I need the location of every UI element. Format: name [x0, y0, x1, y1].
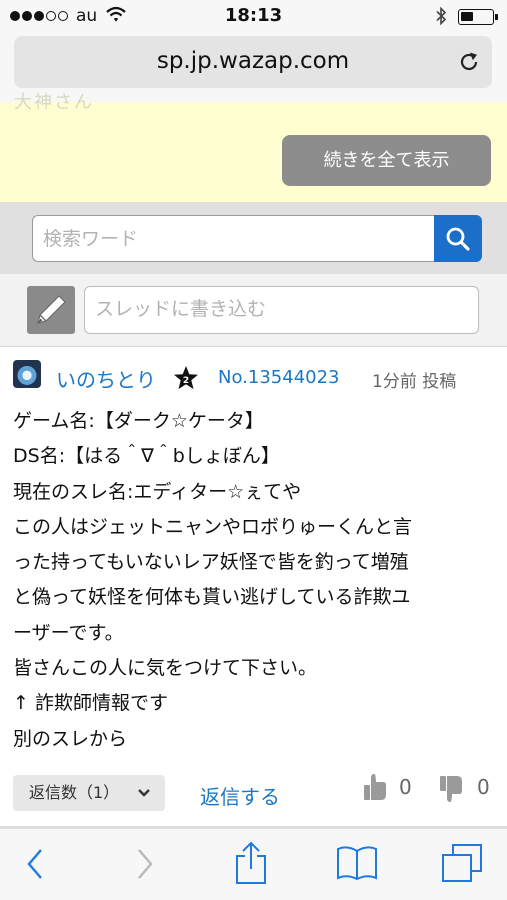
post-line: ↑ 詐欺師情報です	[13, 692, 168, 715]
thumbs-up-icon[interactable]	[362, 772, 388, 804]
post-line: 現在のスレ名:エディター☆ぇてや	[13, 480, 302, 503]
post-number[interactable]: No.13544023	[218, 367, 340, 388]
share-icon[interactable]	[234, 841, 268, 885]
battery-icon	[458, 9, 498, 25]
post-line: と偽って妖怪を何体も貰い逃げしている詐欺ユ	[13, 586, 411, 609]
forward-icon[interactable]	[134, 846, 156, 882]
post-body: ゲーム名:【ダーク☆ケータ】 DS名:【はる＾∇＾bしょぼん】 現在のスレ名:エ…	[13, 404, 503, 757]
pencil-icon	[37, 295, 66, 324]
post-line: この人はジェットニャンやロボりゅーくんと言	[13, 515, 413, 538]
reload-icon[interactable]	[458, 51, 480, 73]
post-header: いのちとり 2 No.13544023 1分前 投稿	[0, 348, 507, 396]
status-time: 18:13	[224, 5, 283, 26]
back-icon[interactable]	[24, 846, 46, 882]
search-icon	[446, 227, 470, 251]
faded-text: 大神さん	[14, 92, 94, 113]
like-count: 0	[399, 775, 412, 799]
write-button[interactable]	[27, 286, 75, 334]
reply-count-label: 返信数（1）	[29, 783, 120, 802]
post-time: 1分前 投稿	[372, 372, 457, 392]
reply-count-button[interactable]: 返信数（1）	[13, 775, 165, 811]
address-bar[interactable]: sp.jp.wazap.com	[14, 36, 492, 88]
post-line: った持ってもいないレア妖怪で皆を釣って増殖	[13, 551, 409, 574]
post-line: DS名:【はる＾∇＾bしょぼん】	[13, 445, 280, 468]
rank-star-icon: 2	[174, 366, 198, 389]
browser-toolbar	[0, 829, 507, 900]
tabs-icon[interactable]	[441, 843, 483, 883]
post-line: 別のスレから	[13, 727, 128, 750]
search-bar	[0, 202, 507, 274]
post-line: ゲーム名:【ダーク☆ケータ】	[13, 410, 264, 432]
write-bar: スレッドに書き込む	[0, 274, 507, 347]
ad-area: 大神さん 続きを全て表示	[0, 92, 507, 202]
rank-badge-number: 2	[183, 376, 189, 386]
post-line: 皆さんこの人に気をつけて下さい。	[13, 657, 318, 680]
search-button[interactable]	[434, 215, 482, 262]
show-all-button[interactable]: 続きを全て表示	[282, 135, 491, 186]
write-input[interactable]: スレッドに書き込む	[84, 286, 479, 334]
thumbs-down-icon[interactable]	[438, 772, 464, 804]
post-line: ーザーです。	[13, 621, 124, 644]
url-text: sp.jp.wazap.com	[156, 48, 350, 74]
avatar[interactable]	[13, 360, 41, 388]
status-bar: au 18:13	[0, 0, 507, 32]
bluetooth-icon	[436, 6, 447, 26]
chevron-down-icon	[138, 789, 150, 797]
search-input[interactable]	[32, 215, 436, 262]
dislike-count: 0	[477, 775, 490, 799]
reply-link[interactable]: 返信する	[200, 781, 280, 810]
post-username[interactable]: いのちとり	[56, 364, 156, 393]
bookmarks-icon[interactable]	[336, 844, 378, 882]
